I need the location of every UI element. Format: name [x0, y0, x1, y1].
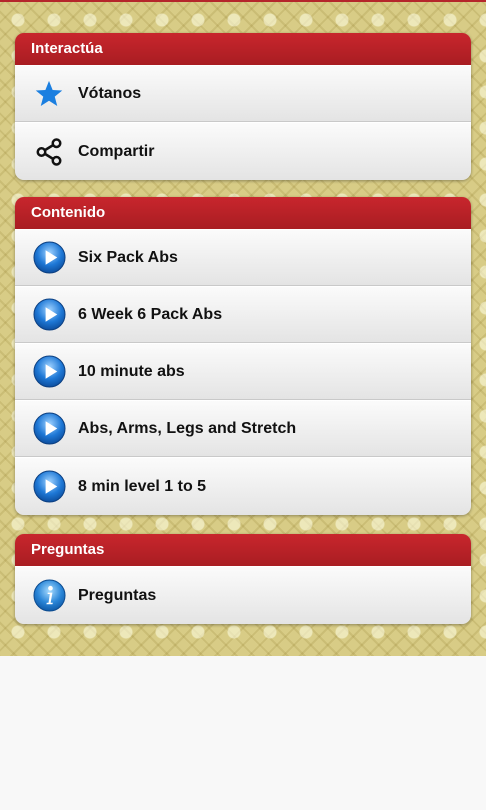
menu-item-preguntas[interactable]: Preguntas	[15, 566, 471, 624]
section-header: Preguntas	[15, 534, 471, 566]
info-icon	[32, 579, 66, 613]
menu-item-label: Abs, Arms, Legs and Stretch	[78, 419, 297, 437]
empty-area	[0, 656, 486, 810]
menu-item-video[interactable]: 6 Week 6 Pack Abs	[15, 286, 471, 343]
menu-item-label: 10 minute abs	[78, 362, 185, 380]
menu-item-video[interactable]: 8 min level 1 to 5	[15, 457, 471, 515]
menu-item-label: 6 Week 6 Pack Abs	[78, 305, 223, 323]
play-icon	[32, 412, 66, 446]
menu-item-video[interactable]: 10 minute abs	[15, 343, 471, 400]
menu-item-label: 8 min level 1 to 5	[78, 477, 207, 495]
section-header: Contenido	[15, 197, 471, 229]
menu-item-label: Vótanos	[78, 84, 142, 102]
section-interactua: Interactúa Vótanos Compartir	[15, 33, 471, 180]
menu-item-video[interactable]: Six Pack Abs	[15, 229, 471, 286]
menu-item-label: Compartir	[78, 142, 155, 160]
section-header: Interactúa	[15, 33, 471, 65]
star-icon	[32, 77, 66, 111]
menu-item-label: Six Pack Abs	[78, 248, 178, 266]
section-preguntas: Preguntas Preguntas	[15, 534, 471, 624]
section-contenido: Contenido Six Pack Abs 6 Week 6 Pack Abs…	[15, 197, 471, 515]
play-icon	[32, 470, 66, 504]
menu-item-compartir[interactable]: Compartir	[15, 122, 471, 180]
share-icon	[32, 135, 66, 169]
play-icon	[32, 298, 66, 332]
menu-item-video[interactable]: Abs, Arms, Legs and Stretch	[15, 400, 471, 457]
play-icon	[32, 355, 66, 389]
menu-item-label: Preguntas	[78, 586, 157, 604]
menu-item-votanos[interactable]: Vótanos	[15, 65, 471, 122]
play-icon	[32, 241, 66, 275]
